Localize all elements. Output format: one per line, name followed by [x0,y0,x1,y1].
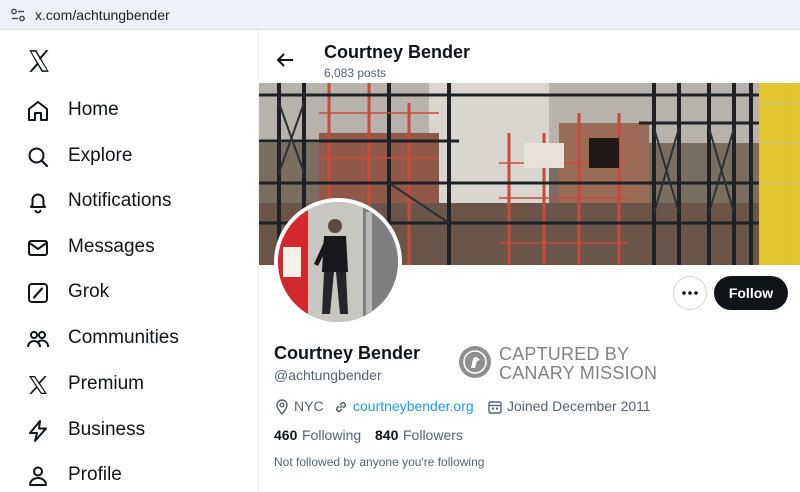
follow-button[interactable]: Follow [714,276,788,310]
sidebar-item-label: Grok [68,281,110,302]
sidebar-item-label: Premium [68,373,145,394]
header-profile-name: Courtney Bender [324,42,471,62]
ellipsis-icon [682,291,698,295]
sidebar-item-label: Messages [68,236,155,257]
people-icon [27,331,49,348]
sidebar-item-explore[interactable]: Explore [24,140,254,174]
person-icon [29,466,47,486]
lightning-icon [29,420,47,442]
grok-icon [28,283,48,303]
profile-name: Courtney Bender [274,343,421,363]
sidebar-item-label: Explore [68,145,133,166]
home-icon [28,101,48,121]
browser-address-bar[interactable]: x.com/achtungbender [0,0,800,30]
following-count[interactable]: 460 [274,427,297,443]
avatar[interactable] [274,198,402,326]
sidebar-item-profile[interactable]: Profile [24,459,254,492]
watermark-line-1: CAPTURED BY [499,344,630,364]
search-icon [28,147,49,168]
profile-joined-date: Joined December 2011 [507,398,651,414]
sidebar-item-label: Business [68,419,146,440]
followers-count[interactable]: 840 [375,427,398,443]
avatar-photo-image [278,202,398,322]
header-post-count: 6,083 posts [324,66,387,80]
sidebar-item-communities[interactable]: Communities [24,322,254,356]
more-options-button[interactable] [673,276,707,310]
x-logo-icon [29,376,47,394]
sidebar-item-business[interactable]: Business [24,414,254,448]
envelope-icon [28,240,48,256]
sidebar-nav: Home Explore Notifications Messages Grok [0,30,258,492]
profile-location: NYC [294,398,324,414]
sidebar-item-messages[interactable]: Messages [24,231,254,265]
x-logo-icon[interactable] [26,48,52,74]
sidebar-item-label: Home [68,99,119,120]
profile-handle: @achtungbender [274,367,382,383]
location-pin-icon [276,399,288,415]
profile-main-column: Courtney Bender 6,083 posts Follow Court… [258,30,800,492]
url-text[interactable]: x.com/achtungbender [35,7,170,23]
followed-by-note: Not followed by anyone you're following [274,455,485,469]
sidebar-item-label: Profile [68,464,122,485]
canary-mission-watermark: CAPTURED BY CANARY MISSION [459,344,669,384]
sidebar-item-notifications[interactable]: Notifications [24,185,254,219]
back-arrow-icon[interactable] [273,48,297,72]
followers-label[interactable]: Followers [403,427,463,443]
sidebar-item-premium[interactable]: Premium [24,368,254,402]
link-icon [335,401,347,413]
watermark-line-2: CANARY MISSION [499,363,658,383]
site-settings-icon[interactable] [10,7,26,23]
sidebar-item-grok[interactable]: Grok [24,276,254,310]
sidebar-item-home[interactable]: Home [24,94,254,128]
profile-website-link[interactable]: courtneybender.org [353,398,474,414]
calendar-icon [488,401,502,414]
bell-icon [30,193,46,214]
following-label[interactable]: Following [302,427,361,443]
sidebar-item-label: Communities [68,327,179,348]
canary-bird-icon [459,346,491,378]
sidebar-item-label: Notifications [68,190,172,211]
